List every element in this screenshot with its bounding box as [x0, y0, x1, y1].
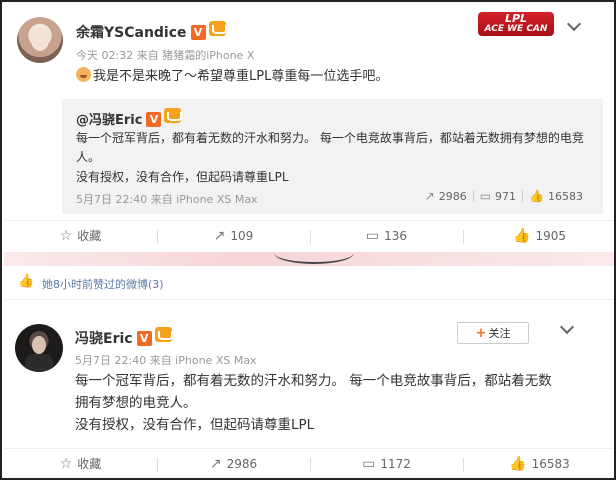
chevron-down-icon[interactable] — [566, 16, 582, 32]
verified-v-icon: V — [136, 331, 152, 346]
like-icon: 👍 — [513, 227, 531, 244]
post-text-body: 我是不是来晚了～希望尊重LPL尊重每一位选手吧。 — [93, 69, 389, 84]
comment-count: 1172 — [380, 456, 411, 471]
repost-repost-count[interactable]: ↗ 2986 — [419, 189, 473, 203]
like-icon: 👍 — [18, 274, 35, 289]
comment-count: 136 — [384, 228, 408, 243]
author-name[interactable]: 余霜YSCandice — [76, 25, 187, 41]
follow-label: 关注 — [488, 327, 511, 340]
like-count: 1905 — [535, 228, 566, 243]
repost-count: 109 — [230, 228, 254, 243]
avatar[interactable] — [17, 17, 63, 63]
repost-comment-count[interactable]: ▭ 971 — [474, 189, 522, 203]
post-text: 每一个冠军背后，都有着无数的汗水和努力。 每一个电竞故事背后，都站着无数 拥有梦… — [75, 370, 552, 436]
weibo-post-1: 余霜YSCandice V 今天 02:32 来自 猪猪霜的iPhone X LP… — [4, 4, 614, 252]
repost-icon: ↗ — [209, 455, 222, 472]
comment-icon: ▭ — [479, 189, 492, 203]
avatar[interactable] — [15, 324, 63, 372]
avatar-face — [32, 336, 46, 354]
favorite-button[interactable]: ☆ 收藏 — [4, 227, 157, 244]
repost-author-name[interactable]: @冯骁Eric — [76, 113, 142, 128]
liked-notice-bar[interactable]: 👍 她8小时前赞过的微博(3) — [4, 266, 614, 300]
comment-button[interactable]: ▭ 136 — [310, 228, 463, 244]
post-text: 我是不是来晚了～希望尊重LPL尊重每一位选手吧。 — [76, 66, 388, 88]
like-button[interactable]: 👍 1905 — [463, 227, 614, 244]
repost-icon: ↗ — [424, 189, 435, 203]
like-icon: 👍 — [509, 455, 527, 472]
star-icon: ☆ — [59, 227, 73, 244]
post-author[interactable]: 余霜YSCandice V — [76, 21, 227, 42]
like-icon: 👍 — [529, 189, 544, 203]
verified-v-icon: V — [146, 112, 162, 127]
crown-badge-icon — [154, 327, 173, 342]
crown-badge-icon — [164, 108, 183, 123]
repost-author[interactable]: @冯骁Eric V — [76, 108, 183, 128]
post-meta: 5月7日 22:40 来自 iPhone XS Max — [75, 354, 257, 367]
favorite-label: 收藏 — [77, 457, 102, 471]
like-button[interactable]: 👍 16583 — [463, 455, 614, 472]
comment-icon: ▭ — [362, 455, 376, 472]
post-meta: 今天 02:32 来自 猪猪霜的iPhone X — [76, 49, 255, 62]
repost-icon: ↗ — [213, 227, 226, 244]
repost-count: 2986 — [226, 456, 258, 471]
repost-button[interactable]: ↗ 2986 — [157, 456, 310, 472]
verified-v-icon: V — [190, 25, 206, 40]
repost-card[interactable]: @冯骁Eric V 每一个冠军背后，都有着无数的汗水和努力。 每一个电竞故事背后，… — [62, 99, 603, 214]
chevron-down-icon[interactable] — [559, 319, 575, 335]
post-text-line-2: 拥有梦想的电竞人。 — [75, 395, 197, 411]
favorite-button[interactable]: ☆ 收藏 — [4, 455, 157, 472]
repost-stats: ↗ 2986 ▭ 971 👍 16583 — [419, 189, 589, 203]
repost-text-2: 没有授权，没有合作，但起码请尊重LPL — [76, 170, 289, 184]
logo-subtext: ACE WE CAN — [484, 24, 548, 34]
star-icon: ☆ — [59, 455, 73, 472]
decorative-band — [4, 252, 614, 266]
repost-meta: 5月7日 22:40 来自 iPhone XS Max — [76, 193, 258, 206]
like-count-value: 16583 — [548, 189, 583, 203]
post-actions-bar: ☆ 收藏 ↗ 109 ▭ 136 👍 1905 — [4, 220, 614, 250]
comment-icon: ▭ — [365, 227, 380, 244]
like-count: 16583 — [531, 456, 570, 471]
liked-notice-text[interactable]: 她8小时前赞过的微博(3) — [42, 276, 164, 292]
comment-count-value: 971 — [495, 189, 517, 203]
repost-button[interactable]: ↗ 109 — [157, 228, 310, 244]
screenshot-frame: 余霜YSCandice V 今天 02:32 来自 猪猪霜的iPhone X LP… — [0, 0, 616, 480]
plus-icon: + — [475, 325, 487, 341]
avatar-face — [31, 29, 49, 51]
repost-like-count[interactable]: 👍 16583 — [523, 189, 589, 203]
lpl-logo-icon: LPL ACE WE CAN — [478, 12, 554, 36]
repost-text: 每一个冠军背后，都有着无数的汗水和努力。 每一个电竞故事背后，都站着无数拥有梦想… — [76, 131, 584, 164]
author-name[interactable]: 冯骁Eric — [75, 331, 133, 347]
follow-button[interactable]: + 关注 — [457, 322, 529, 344]
logo-text: LPL — [504, 12, 528, 25]
post-author[interactable]: 冯骁Eric V — [75, 327, 173, 348]
post-actions-bar: ☆ 收藏 ↗ 2986 ▭ 1172 👍 16583 — [4, 448, 614, 478]
crown-badge-icon — [208, 21, 227, 36]
emoji-icon — [76, 67, 91, 82]
post-text-line-3: 没有授权，没有合作，但起码请尊重LPL — [75, 417, 315, 433]
favorite-label: 收藏 — [77, 229, 102, 243]
avatar-body — [25, 354, 53, 372]
post-text-line-1: 每一个冠军背后，都有着无数的汗水和努力。 每一个电竞故事背后，都站着无数 — [75, 373, 552, 389]
comment-button[interactable]: ▭ 1172 — [310, 456, 463, 472]
repost-count-value: 2986 — [438, 189, 467, 203]
